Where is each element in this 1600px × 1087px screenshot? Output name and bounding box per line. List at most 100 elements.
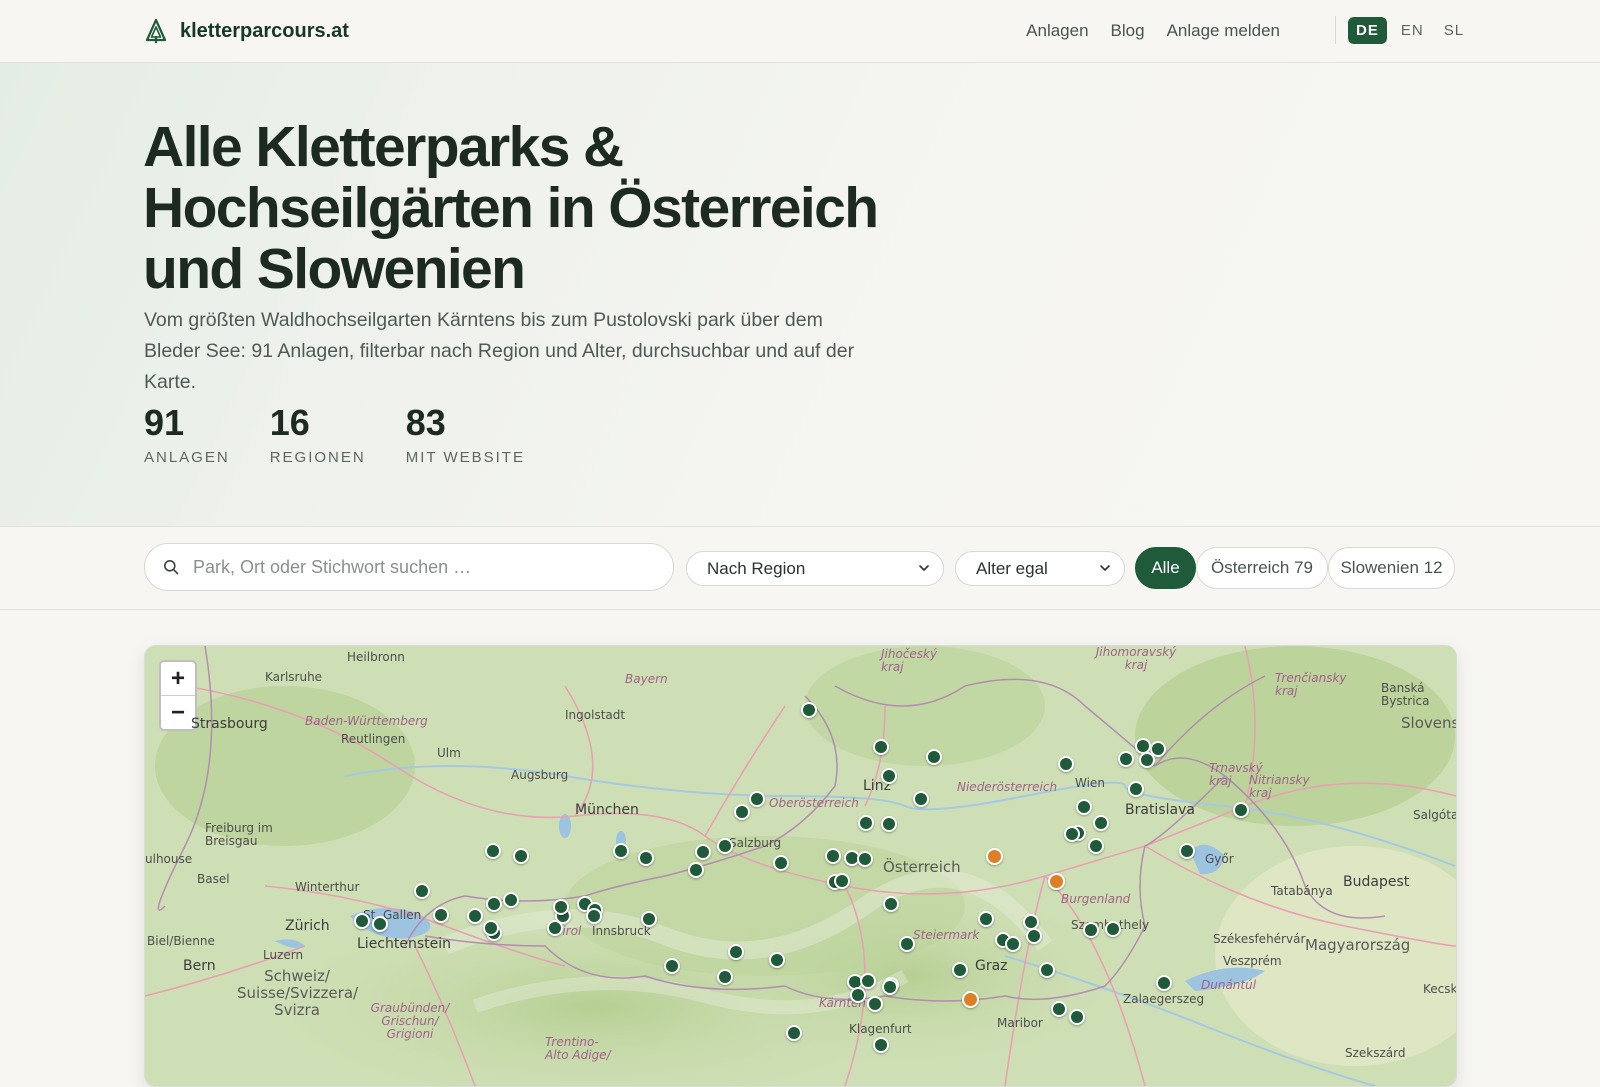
map-marker[interactable] <box>856 851 873 868</box>
stat-label: MIT WEBSITE <box>405 449 525 466</box>
map-label: Szekszárd <box>1345 1046 1406 1060</box>
map-marker[interactable] <box>860 972 877 989</box>
map-marker[interactable] <box>951 962 968 979</box>
map-marker[interactable] <box>466 907 483 924</box>
map-view[interactable]: + − Heilbronn Karlsruhe Bayern Ingolstad… <box>144 645 1457 1087</box>
map-label: Burgenland <box>1061 892 1131 906</box>
map-marker[interactable] <box>768 952 785 969</box>
map-label: Graubünden/ Grischun/ Grigioni <box>370 1001 450 1041</box>
map-label: Slovensk <box>1401 714 1456 732</box>
search-box[interactable] <box>144 543 674 591</box>
map-label: Ingolstadt <box>565 708 626 722</box>
map-label: Reutlingen <box>341 732 406 746</box>
map-marker[interactable] <box>716 837 733 854</box>
map-marker[interactable] <box>825 847 842 864</box>
map-marker[interactable] <box>513 847 530 864</box>
map-marker[interactable] <box>1038 962 1055 979</box>
brand-name: kletterparcours.at <box>180 19 349 42</box>
map-marker[interactable] <box>612 842 629 859</box>
region-select[interactable]: Nach Region <box>686 551 944 586</box>
title-line-3: und Slowenien <box>143 237 526 301</box>
map-marker[interactable] <box>547 919 564 936</box>
nav-link-blog[interactable]: Blog <box>1111 21 1145 41</box>
map-label: Győr <box>1205 852 1234 866</box>
main-nav: Anlagen Blog Anlage melden <box>1026 0 1280 62</box>
nav-link-anlage-melden[interactable]: Anlage melden <box>1167 21 1280 41</box>
map-label: Dunántúl <box>1201 978 1257 992</box>
map-label: Basel <box>197 872 230 886</box>
map-marker[interactable] <box>881 978 898 995</box>
map-marker[interactable] <box>716 969 733 986</box>
stat-mit-website: 83 MIT WEBSITE <box>405 402 525 467</box>
map-marker[interactable] <box>484 842 501 859</box>
map-marker[interactable] <box>898 935 915 952</box>
map-marker-featured[interactable] <box>1047 872 1065 890</box>
map-marker[interactable] <box>1233 801 1250 818</box>
map-marker[interactable] <box>1082 922 1099 939</box>
map-label: Innsbruck <box>592 924 651 938</box>
map-marker[interactable] <box>637 849 654 866</box>
map-marker[interactable] <box>801 701 818 718</box>
map-marker[interactable] <box>1178 842 1195 859</box>
map-label: Bern <box>183 958 216 974</box>
map-marker[interactable] <box>785 1024 802 1041</box>
age-select-value: Alter egal <box>976 558 1048 578</box>
map-marker-featured[interactable] <box>985 847 1003 865</box>
map-label: Niederösterreich <box>957 780 1058 794</box>
map-marker[interactable] <box>880 767 897 784</box>
nav-link-anlagen[interactable]: Anlagen <box>1026 21 1088 41</box>
map-marker[interactable] <box>1092 815 1109 831</box>
map-marker[interactable] <box>663 958 680 975</box>
map-marker[interactable] <box>1117 751 1134 768</box>
search-input[interactable] <box>191 555 635 579</box>
zoom-in-button[interactable]: + <box>161 662 195 695</box>
filter-bar: Nach Region Alter egal Alle Österreich 7… <box>0 527 1600 610</box>
filter-pill-slowenien[interactable]: Slowenien 12 <box>1328 547 1455 589</box>
map-marker[interactable] <box>857 815 874 831</box>
map-marker[interactable] <box>882 895 899 912</box>
map-label: Salgóta <box>1413 808 1457 822</box>
map-label: Freiburg im Breisgau <box>205 821 273 848</box>
map-marker[interactable] <box>482 919 499 936</box>
map-label: Trentino- Alto Adige/ <box>545 1035 611 1062</box>
map-marker[interactable] <box>872 739 889 756</box>
map-marker[interactable] <box>432 906 449 923</box>
lang-sl-button[interactable]: SL <box>1438 17 1470 44</box>
map-label: Ulm <box>437 746 461 760</box>
map-label: Klagenfurt <box>849 1022 912 1036</box>
map-label: Veszprém <box>1223 954 1282 968</box>
hero-subtitle: Vom größten Waldhochseilgarten Kärntens … <box>144 309 855 393</box>
map-marker[interactable] <box>695 843 712 860</box>
map-marker[interactable] <box>872 1036 889 1053</box>
map-marker[interactable] <box>585 907 602 924</box>
map-marker[interactable] <box>1051 1000 1068 1017</box>
map-marker[interactable] <box>1063 825 1080 842</box>
map-marker[interactable] <box>773 854 790 871</box>
lang-de-button[interactable]: DE <box>1348 17 1387 44</box>
map-marker[interactable] <box>880 816 897 833</box>
map-marker[interactable] <box>1004 935 1021 952</box>
map-label: Liechtenstein <box>357 936 452 952</box>
map-marker[interactable] <box>866 995 883 1012</box>
brand-link[interactable]: kletterparcours.at <box>144 18 349 44</box>
map-marker[interactable] <box>353 912 370 929</box>
age-select[interactable]: Alter egal <box>955 551 1125 586</box>
page-title: Alle Kletterparks & Hochseilgärten in Ös… <box>143 117 903 300</box>
filter-pill-alle[interactable]: Alle <box>1135 547 1196 589</box>
map-marker[interactable] <box>486 895 503 912</box>
filter-pill-oesterreich[interactable]: Österreich 79 <box>1196 547 1328 589</box>
map-label: Zalaegerszeg <box>1123 992 1205 1006</box>
map-label: Biel/Bienne <box>147 934 215 948</box>
map-marker[interactable] <box>727 943 744 960</box>
title-line-2: Hochseilgärten in Österreich <box>143 176 879 240</box>
map-marker[interactable] <box>733 804 750 821</box>
map-marker[interactable] <box>1057 755 1074 772</box>
map-marker[interactable] <box>925 748 942 765</box>
zoom-out-button[interactable]: − <box>161 695 195 729</box>
map-marker[interactable] <box>834 872 851 889</box>
stat-value: 83 <box>405 402 446 443</box>
lang-en-button[interactable]: EN <box>1395 17 1430 44</box>
map-marker-featured[interactable] <box>961 991 979 1008</box>
map-label: Székesfehérvár <box>1213 932 1306 946</box>
map-marker[interactable] <box>413 882 430 899</box>
